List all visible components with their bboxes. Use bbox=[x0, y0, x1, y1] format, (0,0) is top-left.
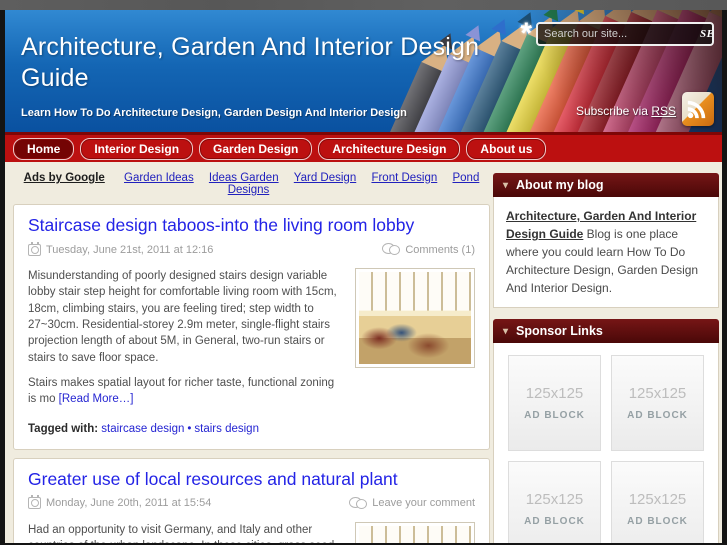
main-nav: Home Interior Design Garden Design Archi… bbox=[5, 132, 722, 162]
post-thumbnail[interactable] bbox=[359, 272, 471, 364]
nav-item-architecture-design[interactable]: Architecture Design bbox=[318, 137, 461, 160]
search-input[interactable] bbox=[538, 28, 692, 40]
post-thumbnail-frame[interactable] bbox=[355, 521, 475, 543]
ad-block[interactable]: 125x125 AD BLOCK bbox=[611, 355, 704, 451]
ad-block[interactable]: 125x125 AD BLOCK bbox=[508, 461, 601, 543]
rss-icon[interactable] bbox=[682, 92, 714, 126]
chevron-down-icon: ▾ bbox=[503, 179, 509, 191]
post-comments-wrap: Comments (1) bbox=[382, 243, 475, 256]
tagged-with-label: Tagged with: bbox=[28, 422, 102, 435]
about-blog-box: Architecture, Garden And Interior Design… bbox=[493, 197, 719, 308]
article-post: Staircase design taboos-into the living … bbox=[13, 204, 490, 450]
post-body: Had an opportunity to visit Germany, and… bbox=[28, 521, 475, 543]
search-area: * SEARCH bbox=[520, 17, 714, 50]
search-box: SEARCH bbox=[536, 22, 714, 46]
nav-item-garden-design[interactable]: Garden Design bbox=[199, 137, 313, 160]
ad-grid: 125x125 AD BLOCK 125x125 AD BLOCK 125x12… bbox=[508, 355, 704, 543]
sponsor-links-box: 125x125 AD BLOCK 125x125 AD BLOCK 125x12… bbox=[493, 343, 719, 543]
post-date-wrap: Tuesday, June 21st, 2011 at 12:16 bbox=[28, 241, 214, 256]
nav-item-interior-design[interactable]: Interior Design bbox=[80, 137, 194, 160]
sidebar-heading-about: ▾ About my blog bbox=[493, 173, 719, 197]
post-title-link[interactable]: Greater use of local resources and natur… bbox=[28, 469, 398, 489]
site-header: Architecture, Garden And Interior Design… bbox=[5, 10, 722, 132]
post-paragraph: Stairs makes spatial layout for richer t… bbox=[28, 376, 335, 406]
sidebar-heading-label: Sponsor Links bbox=[516, 324, 603, 338]
post-thumbnail[interactable] bbox=[359, 525, 471, 543]
post-meta: Monday, June 20th, 2011 at 15:54 Leave y… bbox=[28, 495, 475, 510]
tag-link-stairs-design[interactable]: stairs design bbox=[194, 423, 259, 435]
tag-separator: • bbox=[187, 422, 192, 435]
tag-link-staircase-design[interactable]: staircase design bbox=[101, 423, 184, 435]
nav-item-home[interactable]: Home bbox=[13, 137, 75, 160]
rss-link[interactable]: RSS bbox=[651, 104, 676, 118]
ad-link-ideas-garden[interactable]: Ideas Garden bbox=[209, 172, 279, 184]
sidebar-heading-sponsor: ▾ Sponsor Links bbox=[493, 319, 719, 343]
calendar-icon bbox=[28, 495, 41, 510]
comments-link[interactable]: Comments (1) bbox=[405, 244, 475, 256]
nav-item-about-us[interactable]: About us bbox=[466, 137, 547, 160]
post-date: Tuesday, June 21st, 2011 at 12:16 bbox=[46, 243, 214, 256]
comments-icon bbox=[382, 243, 401, 256]
sidebar: ▾ About my blog Architecture, Garden And… bbox=[493, 162, 719, 543]
subscribe-line: Subscribe via RSS bbox=[576, 104, 676, 118]
sidebar-heading-label: About my blog bbox=[516, 178, 604, 192]
ad-block[interactable]: 125x125 AD BLOCK bbox=[611, 461, 704, 543]
comments-icon bbox=[349, 496, 368, 510]
subscribe-text: Subscribe via bbox=[575, 104, 652, 118]
post-title-link[interactable]: Staircase design taboos-into the living … bbox=[28, 215, 414, 235]
post-tags: Tagged with: staircase design • stairs des… bbox=[28, 421, 475, 437]
ads-by-google-bar: Ads by Google Garden Ideas Ideas Garden … bbox=[13, 172, 490, 196]
site-title[interactable]: Architecture, Garden And Interior Design… bbox=[5, 10, 505, 95]
post-body: Misunderstanding of poorly designed stai… bbox=[28, 268, 475, 437]
main-column: Ads by Google Garden Ideas Ideas Garden … bbox=[13, 162, 490, 543]
ad-link-front-design[interactable]: Front Design bbox=[371, 172, 437, 184]
calendar-icon bbox=[28, 241, 41, 256]
ads-by-google-label[interactable]: Ads by Google bbox=[24, 172, 105, 184]
post-thumbnail-frame[interactable] bbox=[355, 268, 475, 368]
search-button[interactable]: SEARCH bbox=[692, 28, 712, 40]
chevron-down-icon: ▾ bbox=[503, 325, 509, 337]
article-post: Greater use of local resources and natur… bbox=[13, 457, 490, 543]
post-title: Greater use of local resources and natur… bbox=[28, 469, 475, 490]
star-icon: * bbox=[520, 17, 532, 50]
read-more-link[interactable]: [Read More…] bbox=[59, 393, 134, 405]
post-date-wrap: Monday, June 20th, 2011 at 15:54 bbox=[28, 495, 212, 510]
post-meta: Tuesday, June 21st, 2011 at 12:16 Commen… bbox=[28, 241, 475, 256]
ad-link-yard-design[interactable]: Yard Design bbox=[294, 172, 356, 184]
leave-comment-link[interactable]: Leave your comment bbox=[372, 497, 475, 509]
ad-block[interactable]: 125x125 AD BLOCK bbox=[508, 355, 601, 451]
window-chrome-strip bbox=[0, 0, 727, 10]
page: Architecture, Garden And Interior Design… bbox=[5, 10, 722, 543]
ad-link-garden-ideas[interactable]: Garden Ideas bbox=[124, 172, 194, 184]
post-comments-wrap: Leave your comment bbox=[349, 496, 475, 510]
content-area: Ads by Google Garden Ideas Ideas Garden … bbox=[5, 162, 722, 543]
post-date: Monday, June 20th, 2011 at 15:54 bbox=[46, 497, 212, 510]
post-title: Staircase design taboos-into the living … bbox=[28, 215, 475, 236]
